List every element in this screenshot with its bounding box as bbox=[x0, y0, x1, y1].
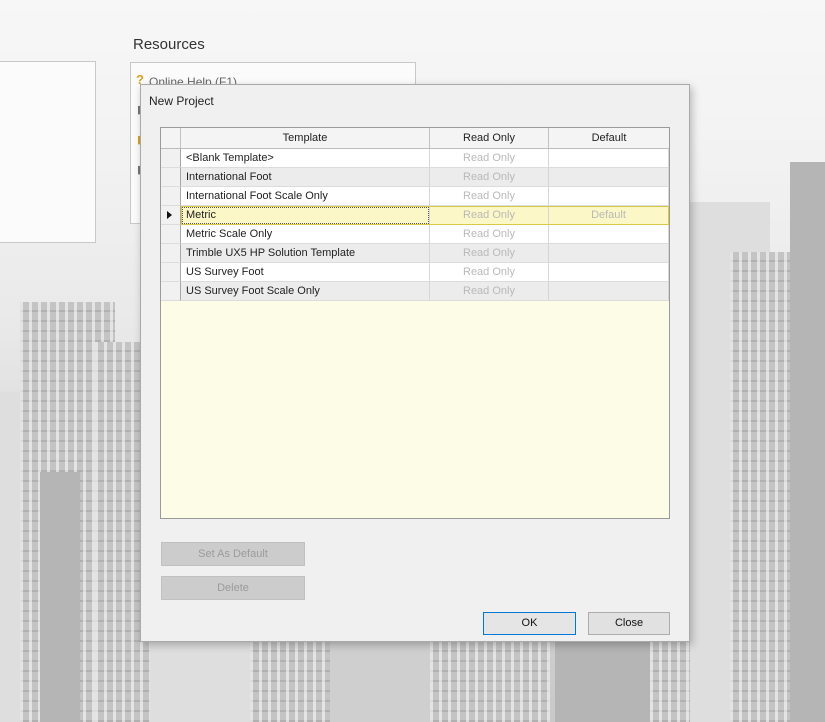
row-selector-arrow-icon bbox=[167, 211, 172, 219]
read-only-cell[interactable]: Read Only bbox=[430, 187, 549, 206]
row-header[interactable] bbox=[161, 168, 181, 187]
set-as-default-button[interactable]: Set As Default bbox=[161, 542, 305, 566]
row-header[interactable] bbox=[161, 149, 181, 168]
template-cell[interactable]: Trimble UX5 HP Solution Template bbox=[181, 244, 430, 263]
table-row[interactable]: <Blank Template> Read Only bbox=[161, 149, 669, 168]
default-cell[interactable] bbox=[549, 225, 669, 244]
column-header-read-only[interactable]: Read Only bbox=[430, 128, 549, 148]
read-only-cell[interactable]: Read Only bbox=[430, 263, 549, 282]
read-only-cell[interactable]: Read Only bbox=[430, 225, 549, 244]
read-only-cell[interactable]: Read Only bbox=[430, 282, 549, 301]
row-header[interactable] bbox=[161, 225, 181, 244]
row-header[interactable] bbox=[161, 206, 181, 225]
resources-heading: Resources bbox=[133, 36, 205, 53]
close-button[interactable]: Close bbox=[588, 612, 670, 635]
read-only-cell[interactable]: Read Only bbox=[430, 244, 549, 263]
read-only-cell[interactable]: Read Only bbox=[430, 206, 549, 225]
template-cell[interactable]: <Blank Template> bbox=[181, 149, 430, 168]
default-cell[interactable]: Default bbox=[549, 206, 669, 225]
template-cell[interactable]: International Foot Scale Only bbox=[181, 187, 430, 206]
table-row[interactable]: US Survey Foot Scale Only Read Only bbox=[161, 282, 669, 301]
new-project-dialog: New Project Template Read Only Default <… bbox=[140, 84, 690, 642]
template-cell[interactable]: Metric Scale Only bbox=[181, 225, 430, 244]
grid-header: Template Read Only Default bbox=[161, 128, 669, 149]
column-header-template[interactable]: Template bbox=[181, 128, 430, 148]
default-cell[interactable] bbox=[549, 244, 669, 263]
default-cell[interactable] bbox=[549, 168, 669, 187]
template-cell[interactable]: US Survey Foot bbox=[181, 263, 430, 282]
template-cell[interactable]: Metric bbox=[181, 206, 430, 225]
template-cell[interactable]: US Survey Foot Scale Only bbox=[181, 282, 430, 301]
table-row[interactable]: Trimble UX5 HP Solution Template Read On… bbox=[161, 244, 669, 263]
dialog-title: New Project bbox=[149, 94, 214, 108]
default-cell[interactable] bbox=[549, 187, 669, 206]
row-header[interactable] bbox=[161, 263, 181, 282]
template-cell[interactable]: International Foot bbox=[181, 168, 430, 187]
default-cell[interactable] bbox=[549, 263, 669, 282]
template-grid[interactable]: Template Read Only Default <Blank Templa… bbox=[160, 127, 670, 519]
row-header-corner bbox=[161, 128, 181, 148]
default-cell[interactable] bbox=[549, 282, 669, 301]
recent-projects-panel bbox=[0, 61, 96, 243]
default-cell[interactable] bbox=[549, 149, 669, 168]
read-only-cell[interactable]: Read Only bbox=[430, 168, 549, 187]
table-row-selected[interactable]: Metric Read Only Default bbox=[161, 206, 669, 225]
table-row[interactable]: International Foot Scale Only Read Only bbox=[161, 187, 669, 206]
delete-button[interactable]: Delete bbox=[161, 576, 305, 600]
row-header[interactable] bbox=[161, 282, 181, 301]
ok-button[interactable]: OK bbox=[483, 612, 576, 635]
table-row[interactable]: Metric Scale Only Read Only bbox=[161, 225, 669, 244]
row-header[interactable] bbox=[161, 187, 181, 206]
table-row[interactable]: US Survey Foot Read Only bbox=[161, 263, 669, 282]
read-only-cell[interactable]: Read Only bbox=[430, 149, 549, 168]
row-header[interactable] bbox=[161, 244, 181, 263]
table-row[interactable]: International Foot Read Only bbox=[161, 168, 669, 187]
column-header-default[interactable]: Default bbox=[549, 128, 669, 148]
